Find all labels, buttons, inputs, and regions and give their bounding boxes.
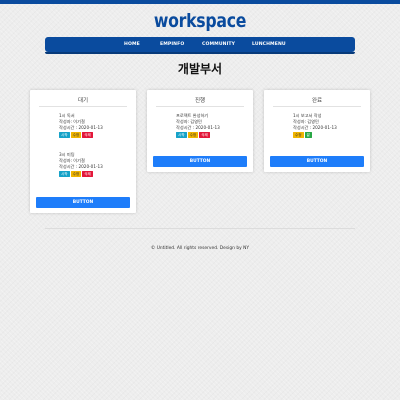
task-time: 작성시간 : 2020-01-13 xyxy=(293,125,337,130)
footer-credit: © Untitled. All rights reserved. Design … xyxy=(150,246,250,251)
footer-divider xyxy=(45,228,355,229)
column-action-button[interactable]: BUTTON xyxy=(153,156,247,167)
column-action-button[interactable]: BUTTON xyxy=(270,156,364,167)
column-card-in-progress: 진행 프로젝트 완성하기 작성자: 김영민 작성시간 : 2020-01-13 … xyxy=(147,90,253,172)
start-button[interactable]: 시작 xyxy=(59,132,70,138)
start-button[interactable]: 시작 xyxy=(59,171,70,177)
page-title: 개발부서 xyxy=(177,62,223,76)
delete-button[interactable]: 삭제 xyxy=(82,171,93,177)
card-divider xyxy=(39,106,127,107)
column-card-done: 완료 1시 보고서 작성 작성자: 김영민 작성시간 : 2020-01-13 … xyxy=(264,90,370,172)
task-item: 1시 보고서 작성 작성자: 김영민 작성시간 : 2020-01-13 수정 … xyxy=(293,113,337,138)
finish-button[interactable]: 끝 xyxy=(304,132,312,138)
task-time: 작성시간 : 2020-01-13 xyxy=(59,125,103,130)
task-item: 3시 미팅 작성자: 이기철 작성시간 : 2020-01-13 시작 수정 삭… xyxy=(59,152,103,177)
card-divider xyxy=(156,106,244,107)
main-nav: HOME EMPINFO COMMUNITY LUNCHMENU xyxy=(45,37,355,54)
task-item: 1시 독서 작성자: 이기철 작성시간 : 2020-01-13 시작 수정 삭… xyxy=(59,113,103,138)
top-accent-bar xyxy=(0,0,400,4)
column-card-waiting: 대기 1시 독서 작성자: 이기철 작성시간 : 2020-01-13 시작 수… xyxy=(30,90,136,213)
edit-button[interactable]: 수정 xyxy=(293,132,304,138)
task-item: 프로젝트 완성하기 작성자: 김영민 작성시간 : 2020-01-13 시작 … xyxy=(176,113,220,138)
delete-button[interactable]: 삭제 xyxy=(82,132,93,138)
site-logo[interactable]: workspace xyxy=(16,10,384,32)
column-title: 완료 xyxy=(311,98,323,104)
delete-button[interactable]: 삭제 xyxy=(199,132,210,138)
column-title: 대기 xyxy=(77,98,89,104)
edit-button[interactable]: 수정 xyxy=(187,132,199,138)
nav-item-empinfo[interactable]: EMPINFO xyxy=(160,37,184,52)
column-action-button[interactable]: BUTTON xyxy=(36,197,130,208)
card-divider xyxy=(273,106,361,107)
nav-item-lunchmenu[interactable]: LUNCHMENU xyxy=(252,37,286,52)
task-time: 작성시간 : 2020-01-13 xyxy=(59,164,103,169)
column-title: 진행 xyxy=(194,98,206,104)
edit-button[interactable]: 수정 xyxy=(70,132,82,138)
task-time: 작성시간 : 2020-01-13 xyxy=(176,125,220,130)
nav-item-home[interactable]: HOME xyxy=(124,37,140,52)
nav-item-community[interactable]: COMMUNITY xyxy=(202,37,235,52)
start-button[interactable]: 시작 xyxy=(176,132,187,138)
edit-button[interactable]: 수정 xyxy=(70,171,82,177)
